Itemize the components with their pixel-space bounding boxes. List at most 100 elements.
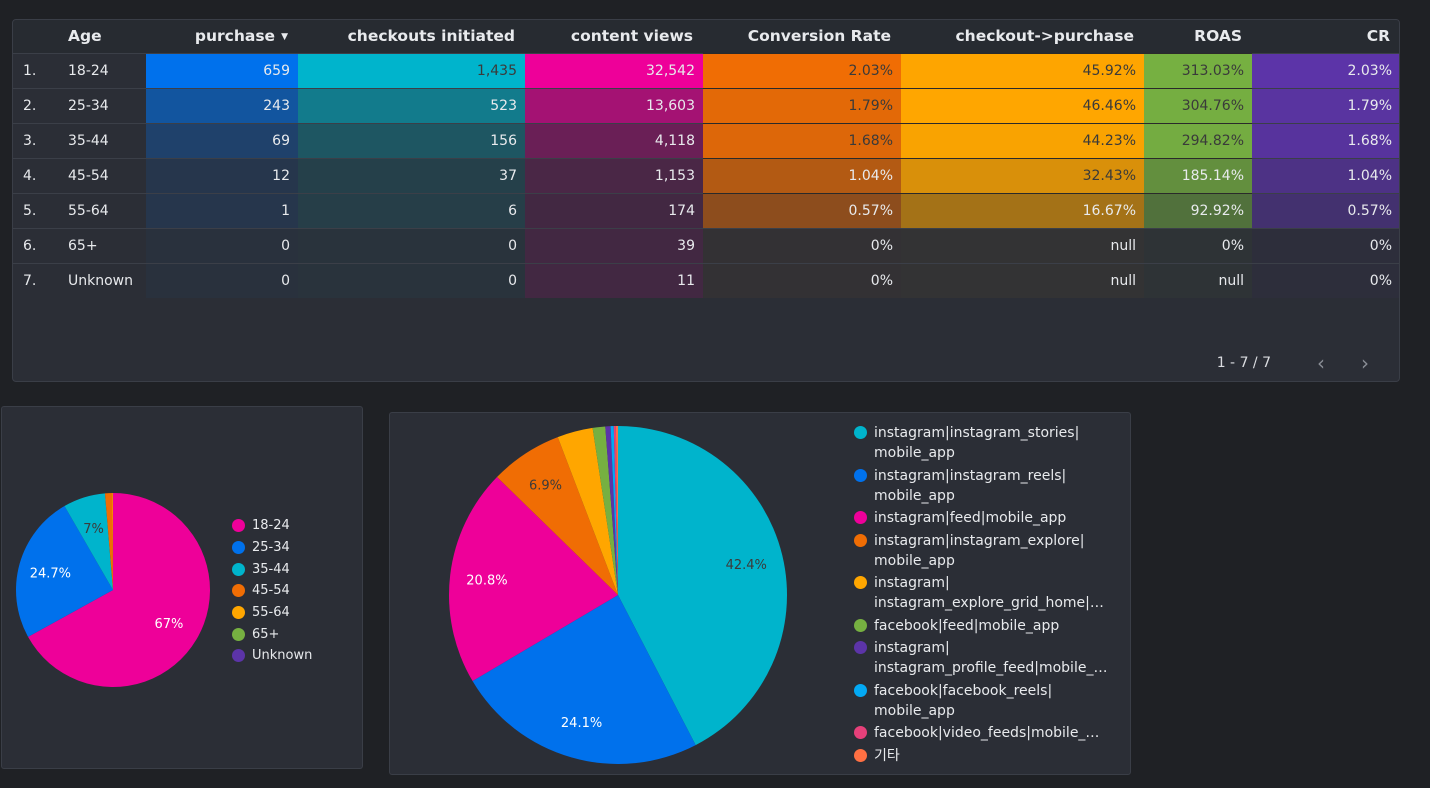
column-header-age[interactable]: Age bbox=[68, 20, 146, 53]
legend-label: instagram| instagram_profile_feed|mobile… bbox=[874, 640, 1108, 676]
legend-color-dot-icon bbox=[232, 541, 245, 555]
legend-item[interactable]: facebook|facebook_reels| mobile_app bbox=[854, 681, 1104, 721]
cell-cr: 1.79% bbox=[1252, 87, 1399, 123]
cell-c2p: 44.23% bbox=[901, 122, 1144, 158]
legend-item[interactable]: 35-44 bbox=[232, 558, 312, 580]
cell-idx: 5. bbox=[13, 192, 68, 228]
column-header-checkouts[interactable]: checkouts initiated bbox=[298, 20, 525, 53]
table-row[interactable]: 4. 45-54 12 37 1,153 1.04% 32.43% 185.14% 1.04% bbox=[13, 157, 1399, 193]
column-header-roas[interactable]: ROAS bbox=[1144, 20, 1252, 53]
legend-item[interactable]: 65+ bbox=[232, 623, 312, 645]
legend-item[interactable]: Unknown bbox=[232, 645, 312, 667]
legend-item[interactable]: 55-64 bbox=[232, 602, 312, 624]
cell-roas: 294.82% bbox=[1144, 122, 1252, 158]
cell-roas: 185.14% bbox=[1144, 157, 1252, 193]
cell-idx: 3. bbox=[13, 122, 68, 158]
cell-cr: 0% bbox=[1252, 227, 1399, 263]
sort-desc-icon[interactable]: ▼ bbox=[281, 32, 288, 42]
cell-cr: 1.68% bbox=[1252, 122, 1399, 158]
legend-item[interactable]: instagram|instagram_stories| mobile_app bbox=[854, 423, 1104, 463]
legend-item[interactable]: instagram| instagram_explore_grid_home|… bbox=[854, 573, 1104, 613]
legend-label: 45-54 bbox=[252, 583, 290, 599]
legend-color-dot-icon bbox=[232, 606, 245, 620]
column-header-purchase[interactable]: purchase ▼ bbox=[146, 20, 298, 53]
table-row[interactable]: 6. 65+ 0 0 39 0% null 0% 0% bbox=[13, 227, 1399, 263]
previous-page-button[interactable]: ‹ bbox=[1299, 351, 1343, 375]
legend-label: 65+ bbox=[252, 626, 280, 642]
legend-item[interactable]: 18-24 bbox=[232, 515, 312, 537]
column-header-conv[interactable]: Conversion Rate bbox=[703, 20, 901, 53]
cell-purchase: 1 bbox=[146, 192, 298, 228]
legend-item[interactable]: instagram| instagram_profile_feed|mobile… bbox=[854, 638, 1108, 678]
legend-item[interactable]: 45-54 bbox=[232, 580, 312, 602]
table-header-row: Age purchase ▼ checkouts initiated content v… bbox=[13, 20, 1399, 53]
cell-age: 25-34 bbox=[68, 87, 146, 123]
pie-slice-label: 20.8% bbox=[466, 573, 507, 588]
table-body: 1. 18-24 659 1,435 32,542 2.03% 45.92% 313.03% 2… bbox=[13, 52, 1399, 298]
table-row[interactable]: 1. 18-24 659 1,435 32,542 2.03% 45.92% 313.03% 2… bbox=[13, 52, 1399, 88]
legend-item[interactable]: facebook|feed|mobile_app bbox=[854, 616, 1104, 636]
legend-label: instagram|feed|mobile_app bbox=[874, 510, 1067, 526]
cell-views: 11 bbox=[525, 262, 703, 298]
legend-item[interactable]: facebook|video_feeds|mobile_… bbox=[854, 723, 1104, 743]
cell-c2p: 46.46% bbox=[901, 87, 1144, 123]
cell-roas: null bbox=[1144, 262, 1252, 298]
column-header-label: Age bbox=[68, 27, 102, 46]
legend-item[interactable]: instagram|instagram_reels| mobile_app bbox=[854, 466, 1104, 506]
cell-c2p: 16.67% bbox=[901, 192, 1144, 228]
legend-label: instagram|instagram_reels| mobile_app bbox=[874, 467, 1067, 504]
cell-checkouts: 0 bbox=[298, 262, 525, 298]
age-metrics-table: Age purchase ▼ checkouts initiated content v… bbox=[13, 20, 1399, 298]
legend-item[interactable]: 25-34 bbox=[232, 537, 312, 559]
pie-slice-label: 7% bbox=[83, 522, 104, 537]
pie-slice-label: 42.4% bbox=[726, 558, 767, 573]
cell-purchase: 243 bbox=[146, 87, 298, 123]
cell-roas: 304.76% bbox=[1144, 87, 1252, 123]
chevron-left-icon: ‹ bbox=[1317, 351, 1325, 375]
next-page-button[interactable]: › bbox=[1343, 351, 1387, 375]
legend-color-dot-icon bbox=[854, 533, 867, 547]
cell-views: 4,118 bbox=[525, 122, 703, 158]
cell-conv: 0% bbox=[703, 227, 901, 263]
cell-conv: 1.68% bbox=[703, 122, 901, 158]
column-header-label: purchase bbox=[194, 27, 276, 46]
legend-color-dot-icon bbox=[854, 426, 867, 439]
cell-checkouts: 156 bbox=[298, 122, 525, 158]
column-header-label: ROAS bbox=[1194, 27, 1242, 46]
cell-conv: 2.03% bbox=[703, 52, 901, 88]
column-header-c2p[interactable]: checkout->purchase bbox=[901, 20, 1144, 53]
pie-slice-label: 67% bbox=[155, 617, 184, 632]
cell-checkouts: 37 bbox=[298, 157, 525, 193]
cell-conv: 1.04% bbox=[703, 157, 901, 193]
cell-roas: 92.92% bbox=[1144, 192, 1252, 228]
table-row[interactable]: 5. 55-64 1 6 174 0.57% 16.67% 92.92% 0.57% bbox=[13, 192, 1399, 228]
legend-label: 18-24 bbox=[252, 518, 290, 534]
legend-item[interactable]: instagram|feed|mobile_app bbox=[854, 508, 1104, 528]
table-row[interactable]: 2. 25-34 243 523 13,603 1.79% 46.46% 304.76% 1.7… bbox=[13, 87, 1399, 123]
legend-item[interactable]: 기타 bbox=[854, 746, 1104, 766]
cell-checkouts: 0 bbox=[298, 227, 525, 263]
cell-purchase: 69 bbox=[146, 122, 298, 158]
cell-purchase: 0 bbox=[146, 262, 298, 298]
column-header-label: CR bbox=[1366, 27, 1390, 46]
legend-label: 35-44 bbox=[252, 561, 290, 577]
legend-label: instagram|instagram_stories| mobile_app bbox=[874, 425, 1080, 461]
placement-pie-legend: instagram|instagram_stories| mobile_appi… bbox=[854, 423, 1108, 768]
cell-idx: 2. bbox=[13, 87, 68, 123]
column-header-views[interactable]: content views bbox=[525, 20, 703, 53]
pagination-range: 1 - 7 / 7 bbox=[1216, 355, 1271, 371]
cell-checkouts: 6 bbox=[298, 192, 525, 228]
placement-pie-card: 42.4% 24.1% 20.8% 6.9% instagram|instagram_… bbox=[389, 412, 1131, 775]
table-row[interactable]: 7. Unknown 0 0 11 0% null null 0% bbox=[13, 262, 1399, 298]
column-header-cr[interactable]: CR bbox=[1252, 20, 1399, 53]
table-row[interactable]: 3. 35-44 69 156 4,118 1.68% 44.23% 294.82% 1.68% bbox=[13, 122, 1399, 158]
cell-views: 32,542 bbox=[525, 52, 703, 88]
cell-age: 35-44 bbox=[68, 122, 146, 158]
pie-slice-label: 24.7% bbox=[30, 567, 71, 582]
legend-label: Unknown bbox=[252, 648, 313, 664]
age-purchase-pie-card: 67% 24.7% 7% 18-24 25-34 35-44 45-54 55-64 65+ U… bbox=[1, 406, 363, 769]
cell-cr: 2.03% bbox=[1252, 52, 1399, 88]
legend-item[interactable]: instagram|instagram_explore| mobile_app bbox=[854, 531, 1104, 571]
pie-slice-label: 6.9% bbox=[529, 479, 562, 494]
chevron-right-icon: › bbox=[1361, 351, 1369, 375]
